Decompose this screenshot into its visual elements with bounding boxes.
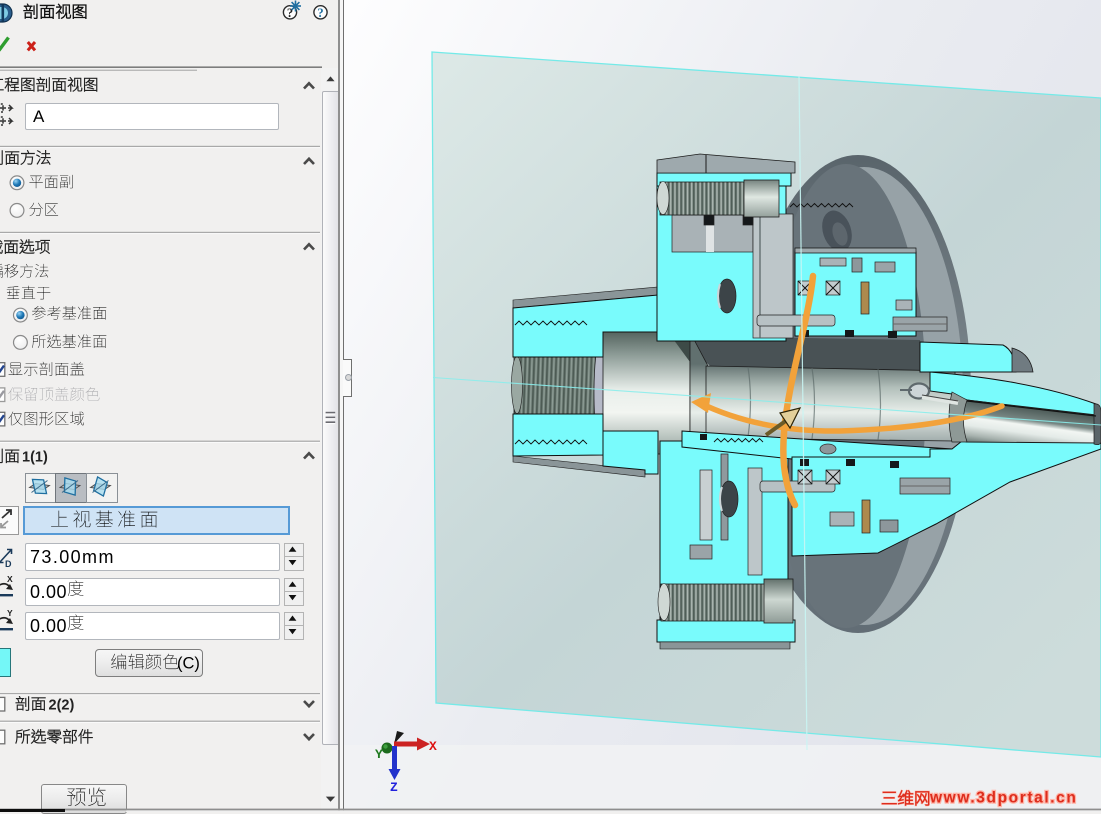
svg-text:Z: Z: [390, 780, 398, 795]
svg-text:X: X: [429, 739, 437, 754]
svg-text:Y: Y: [375, 747, 383, 762]
